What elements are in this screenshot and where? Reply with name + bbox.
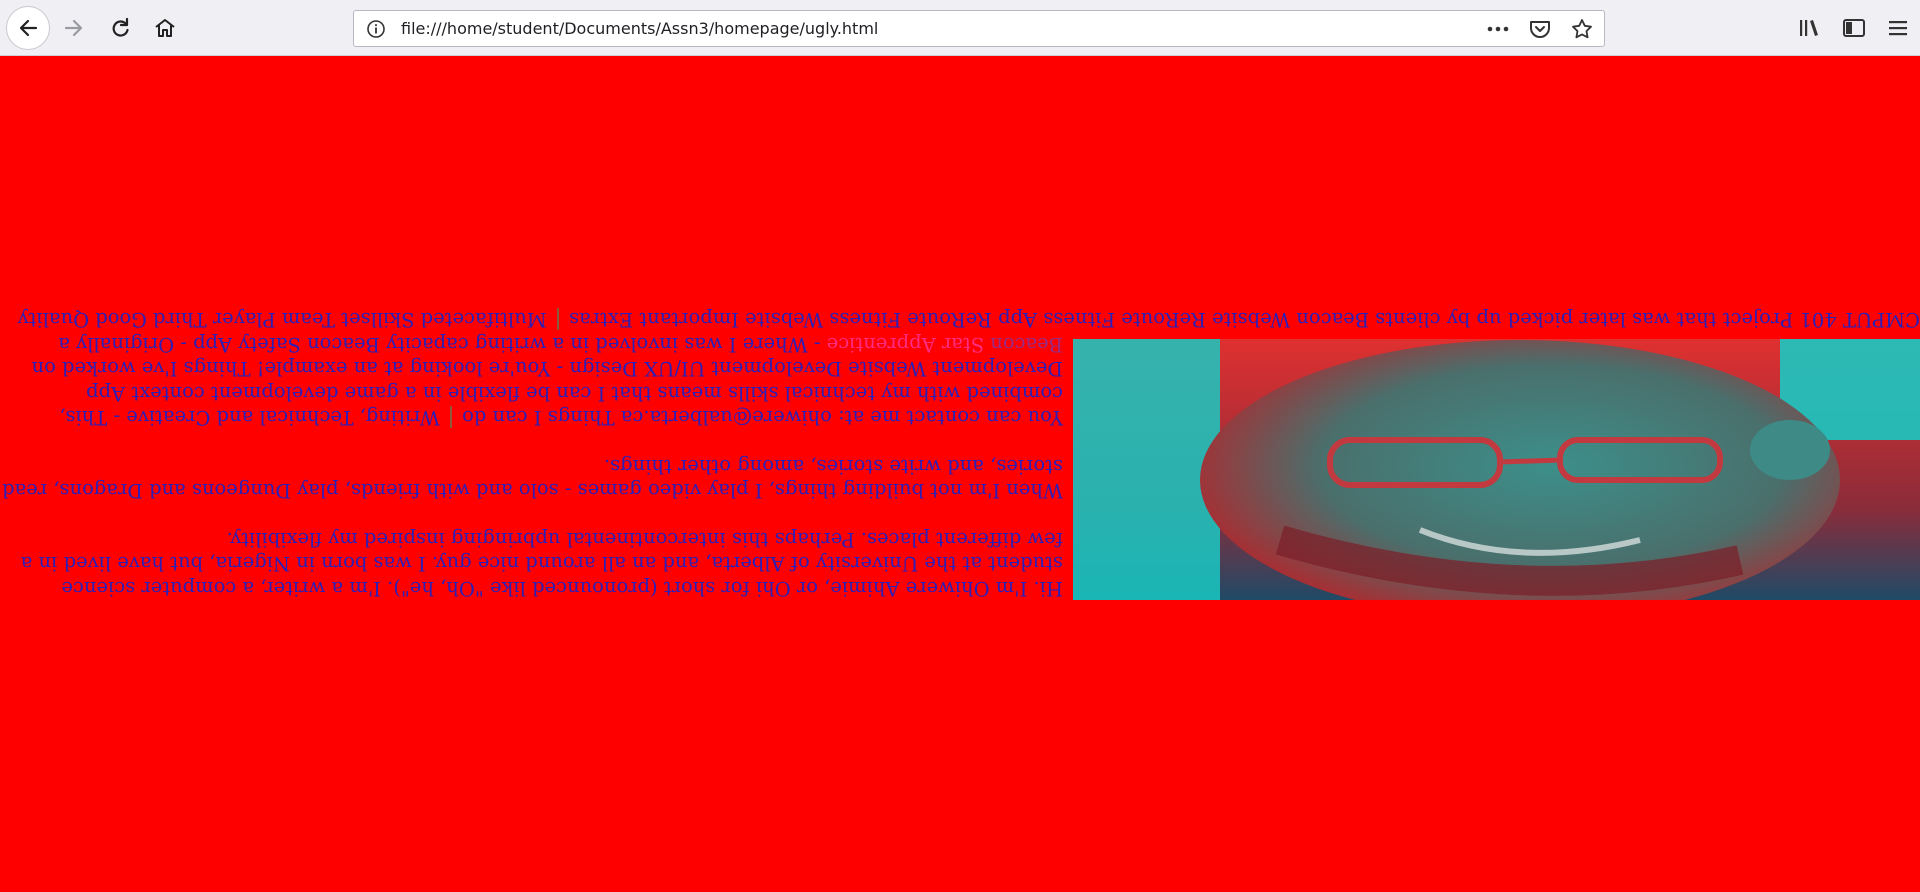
bookmark-star-icon xyxy=(1572,19,1592,39)
home-icon xyxy=(155,19,175,37)
menu-icon xyxy=(1889,21,1907,36)
info-icon[interactable] xyxy=(366,19,386,39)
skills-heading: Things I can do xyxy=(462,406,615,430)
bookmark-button[interactable] xyxy=(1568,17,1596,41)
portrait-image xyxy=(1073,339,1920,600)
star-apprentice-link[interactable]: Star Apprentice xyxy=(827,333,984,356)
separator xyxy=(449,406,452,428)
page-content: Hi. I'm Ohiwere Ahimie, or Ohi for short… xyxy=(0,307,1920,600)
sidebar-button[interactable] xyxy=(1832,10,1876,46)
back-arrow-icon xyxy=(19,19,38,37)
page-viewport: Hi. I'm Ohiwere Ahimie, or Ohi for short… xyxy=(0,56,1920,892)
page-actions-button[interactable] xyxy=(1484,17,1512,41)
pocket-button[interactable] xyxy=(1526,17,1554,41)
flipped-page: Hi. I'm Ohiwere Ahimie, or Ohi for short… xyxy=(0,56,1920,892)
forward-button[interactable] xyxy=(52,6,96,50)
library-icon xyxy=(1800,20,1818,36)
reload-icon xyxy=(112,17,129,37)
browser-toolbar: file:///home/student/Documents/Assn3/hom… xyxy=(0,0,1920,56)
sidebar-icon xyxy=(1843,19,1865,37)
beacon-link[interactable]: Beacon xyxy=(990,333,1063,356)
forward-arrow-icon xyxy=(64,19,83,37)
separator xyxy=(556,308,559,330)
home-button[interactable] xyxy=(143,6,187,50)
contact-text: You can contact me at: ohiwere@ualberta.… xyxy=(620,406,1063,430)
back-button[interactable] xyxy=(6,6,50,50)
menu-button[interactable] xyxy=(1876,10,1920,46)
library-button[interactable] xyxy=(1788,10,1832,46)
profile-photo xyxy=(1073,339,1920,600)
more-dots-icon xyxy=(1487,26,1509,32)
url-text[interactable]: file:///home/student/Documents/Assn3/hom… xyxy=(401,19,878,38)
pocket-icon xyxy=(1530,21,1550,38)
address-bar[interactable]: file:///home/student/Documents/Assn3/hom… xyxy=(353,10,1605,47)
extras-heading: Important Extras xyxy=(569,308,739,332)
worked-heading: Things I've worked on xyxy=(31,357,251,381)
extras-text: Multifaceted Skillset Team Player Third … xyxy=(17,308,547,332)
reload-button[interactable] xyxy=(98,6,142,50)
